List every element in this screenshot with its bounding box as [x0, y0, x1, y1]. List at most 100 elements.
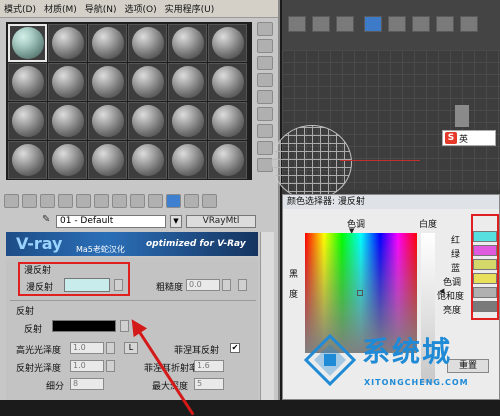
toolbar-icon[interactable]: [412, 16, 430, 32]
options-icon[interactable]: [257, 124, 273, 138]
select-by-material-icon[interactable]: [257, 141, 273, 155]
put-to-scene-icon[interactable]: [22, 194, 37, 208]
menu-mode[interactable]: 模式(D): [0, 2, 40, 15]
material-slot[interactable]: [48, 141, 87, 179]
material-editor-window: 模式(D) 材质(M) 导航(N) 选项(O) 实用程序(U) ✎ 01 - D…: [0, 0, 280, 400]
backlight-icon[interactable]: [257, 39, 273, 53]
sample-sphere: [91, 27, 124, 59]
fresnel-checkbox[interactable]: ✔: [230, 343, 240, 353]
toolbar-icon[interactable]: [364, 16, 382, 32]
material-slot[interactable]: [168, 63, 207, 101]
sample-type-icon[interactable]: [257, 22, 273, 36]
video-color-check-icon[interactable]: [257, 90, 273, 104]
slider-label-hue: 色调: [443, 278, 462, 288]
hilight-gloss-spin-arrows[interactable]: [106, 342, 115, 354]
toolbar-icon[interactable]: [460, 16, 478, 32]
color-cursor[interactable]: [357, 290, 363, 296]
uv-tiling-icon[interactable]: [257, 73, 273, 87]
material-slot[interactable]: [8, 63, 47, 101]
material-slot[interactable]: [48, 24, 87, 62]
eyedropper-icon[interactable]: ✎: [42, 214, 50, 225]
material-slot[interactable]: [128, 24, 167, 62]
make-unique-icon[interactable]: [94, 194, 109, 208]
ime-language-label[interactable]: 英: [459, 132, 468, 145]
diffuse-highlight-box: [18, 262, 130, 296]
background-icon[interactable]: [257, 56, 273, 70]
put-to-library-icon[interactable]: [112, 194, 127, 208]
material-id-icon[interactable]: [130, 194, 145, 208]
go-to-parent-icon[interactable]: [184, 194, 199, 208]
refl-gloss-spin-arrows[interactable]: [106, 360, 115, 372]
max-depth-spinner[interactable]: 5: [194, 378, 224, 390]
menu-material[interactable]: 材质(M): [40, 2, 81, 15]
menu-utilities[interactable]: 实用程序(U): [161, 2, 219, 15]
chevron-down-icon[interactable]: ▼: [170, 214, 182, 228]
material-slot[interactable]: [88, 63, 127, 101]
roughness-map-button[interactable]: [238, 279, 247, 291]
ime-toolbar: S 英: [442, 130, 496, 146]
menu-navigation[interactable]: 导航(N): [81, 2, 121, 15]
menu-options[interactable]: 选项(O): [121, 2, 161, 15]
sample-sphere: [131, 27, 164, 59]
main-toolbar: [282, 0, 500, 50]
material-slot[interactable]: [88, 24, 127, 62]
sample-sphere: [51, 27, 84, 59]
sliders-highlight-box: [471, 214, 499, 320]
material-slot[interactable]: [128, 102, 167, 140]
material-navigator-icon[interactable]: [257, 158, 273, 172]
material-slot[interactable]: [88, 141, 127, 179]
sample-sphere: [171, 144, 204, 176]
toolbar-icon[interactable]: [388, 16, 406, 32]
toolbar-icon[interactable]: [288, 16, 306, 32]
material-slot[interactable]: [48, 63, 87, 101]
reflect-group-title: 反射: [16, 307, 35, 317]
material-slot[interactable]: [8, 141, 47, 179]
reset-map-icon[interactable]: [58, 194, 73, 208]
material-slot[interactable]: [208, 141, 247, 179]
watermark: 系统城 XITONGCHENG.COM: [304, 330, 500, 400]
sample-sphere: [171, 66, 204, 98]
sample-sphere: [131, 66, 164, 98]
material-slot[interactable]: [8, 102, 47, 140]
material-slot[interactable]: [8, 24, 47, 62]
toolbar-icon[interactable]: [436, 16, 454, 32]
material-slot[interactable]: [48, 102, 87, 140]
hilight-gloss-label: 高光光泽度: [16, 346, 62, 356]
roughness-spin-arrows[interactable]: [222, 279, 231, 291]
material-type-button[interactable]: VRayMtl: [186, 214, 256, 228]
material-slot[interactable]: [88, 102, 127, 140]
roughness-label: 粗糙度: [156, 283, 184, 293]
subdivs-spinner[interactable]: 8: [70, 378, 104, 390]
material-slot[interactable]: [128, 63, 167, 101]
sogou-logo-icon: S: [445, 132, 457, 144]
vray-banner: V-ray Ma5老蛇汉化 optimized for V-Ray: [6, 232, 258, 256]
material-name-row: ✎ 01 - Default ▼ VRayMtl: [42, 214, 256, 228]
roughness-spinner[interactable]: 0.0: [186, 279, 220, 291]
material-slot[interactable]: [128, 141, 167, 179]
material-slot[interactable]: [208, 63, 247, 101]
assign-to-selection-icon[interactable]: [40, 194, 55, 208]
material-slot[interactable]: [168, 102, 207, 140]
material-slot[interactable]: [208, 24, 247, 62]
toolbar-icon[interactable]: [336, 16, 354, 32]
refl-gloss-spinner[interactable]: 1.0: [70, 360, 104, 372]
material-name-field[interactable]: 01 - Default: [56, 214, 166, 228]
material-slot[interactable]: [208, 102, 247, 140]
reflect-color-swatch[interactable]: [52, 320, 116, 332]
fresnel-ior-spinner[interactable]: 1.6: [194, 360, 224, 372]
show-end-result-icon[interactable]: [166, 194, 181, 208]
make-preview-icon[interactable]: [257, 107, 273, 121]
show-map-icon[interactable]: [148, 194, 163, 208]
panel-scrollbar[interactable]: [260, 232, 274, 400]
sample-sphere: [91, 144, 124, 176]
get-material-icon[interactable]: [4, 194, 19, 208]
material-slot[interactable]: [168, 141, 207, 179]
material-slot[interactable]: [168, 24, 207, 62]
hilight-gloss-spinner[interactable]: 1.0: [70, 342, 104, 354]
sample-sphere: [51, 105, 84, 137]
make-copy-icon[interactable]: [76, 194, 91, 208]
toolbar-icon[interactable]: [312, 16, 330, 32]
xitongcheng-logo-icon: [304, 334, 356, 386]
lock-button[interactable]: L: [124, 342, 138, 354]
go-forward-icon[interactable]: [202, 194, 217, 208]
